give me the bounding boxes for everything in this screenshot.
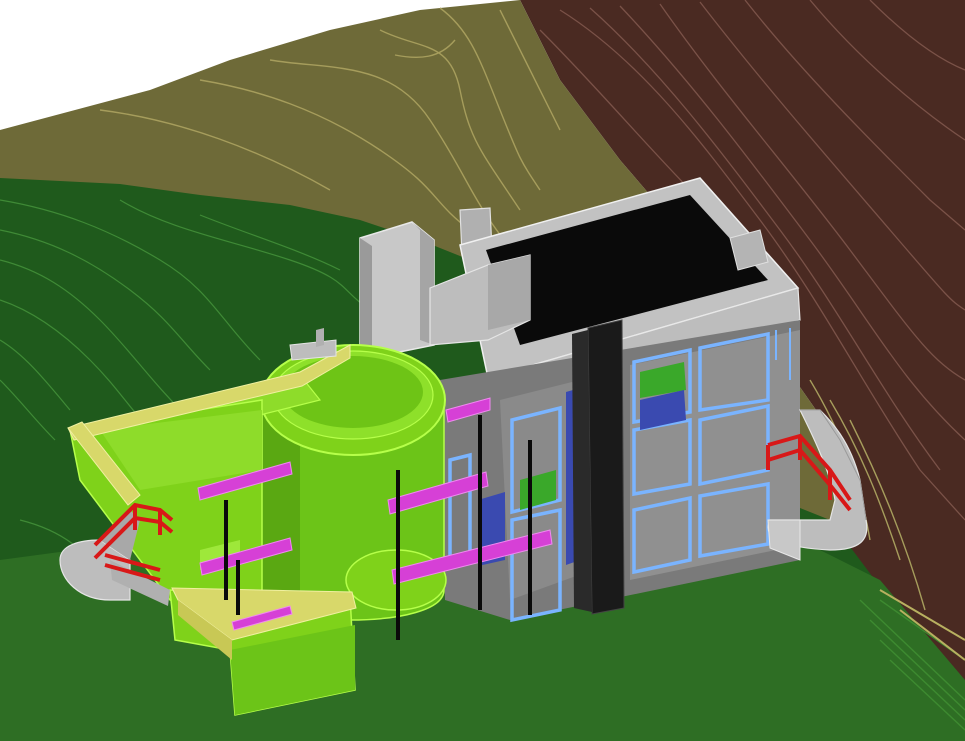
- cad-model-viewport[interactable]: [0, 0, 965, 741]
- house-3d-model-icon[interactable]: [0, 0, 965, 741]
- dark-column[interactable]: [587, 319, 625, 615]
